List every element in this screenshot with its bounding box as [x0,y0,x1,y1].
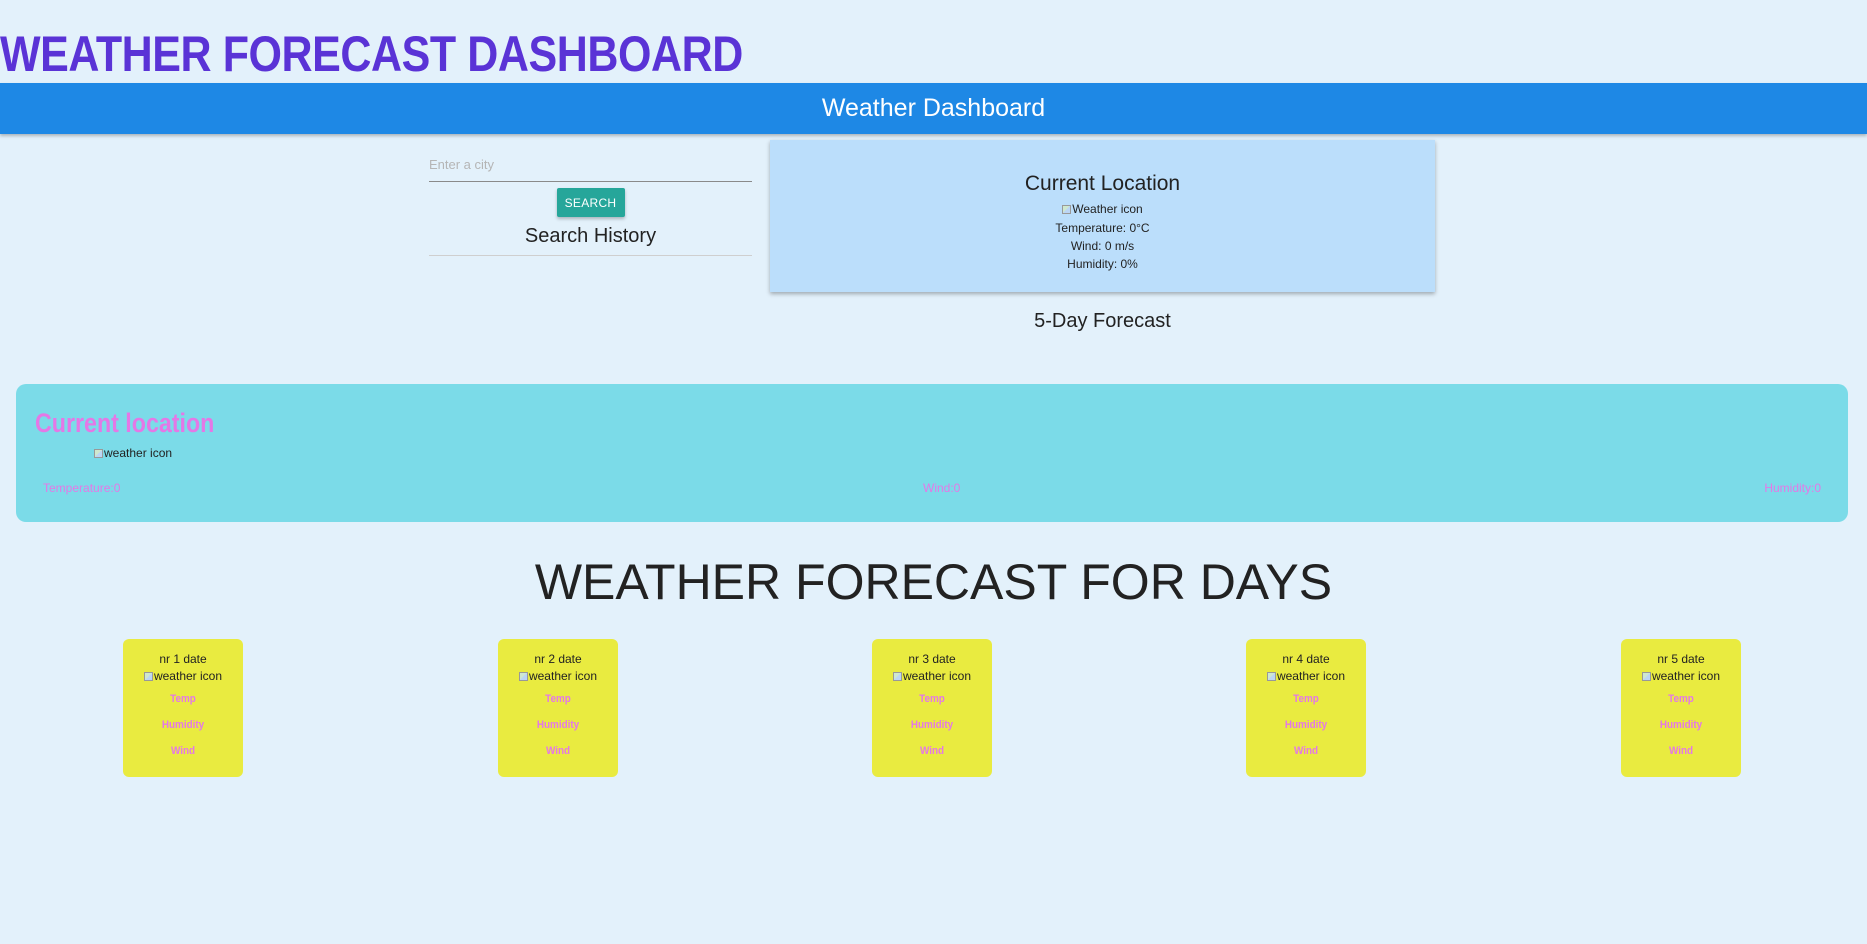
location-wind: Wind:0 [923,481,961,495]
weather-icon: weather icon [123,667,243,686]
day-date: nr 1 date [159,652,207,666]
forecast-subtitle: 5-Day Forecast [1034,310,1171,332]
day-date: nr 5 date [1657,652,1705,666]
location-humidity: Humidity:0 [1764,481,1821,495]
search-panel: SEARCH Search History [429,148,752,256]
city-search-input[interactable] [429,148,752,182]
day-humidity: Humidity [910,718,954,731]
day-temp: Temp [1668,692,1694,705]
day-date: nr 4 date [1282,652,1330,666]
day-card-5: nr 5 date weather icon Temp Humidity Win… [1621,639,1741,777]
day-humidity: Humidity [1284,718,1328,731]
weather-icon: weather icon [498,667,618,686]
current-temperature: Temperature: 0°C [1055,220,1150,235]
page-title: WEATHER FORECAST DASHBOARD [0,26,743,82]
day-wind: Wind [1668,744,1694,757]
current-location-panel: Current location weather icon Temperatur… [16,384,1848,522]
day-card-1: nr 1 date weather icon Temp Humidity Win… [123,639,243,777]
day-card-2: nr 2 date weather icon Temp Humidity Win… [498,639,618,777]
day-temp: Temp [545,692,571,705]
current-humidity: Humidity: 0% [1067,256,1138,271]
day-card-4: nr 4 date weather icon Temp Humidity Win… [1246,639,1366,777]
day-temp: Temp [1293,692,1319,705]
day-date: nr 2 date [534,652,582,666]
day-card-3: nr 3 date weather icon Temp Humidity Win… [872,639,992,777]
current-weather-card: Current Location Weather icon Temperatur… [770,140,1435,292]
day-date: nr 3 date [908,652,956,666]
day-humidity: Humidity [1659,718,1703,731]
location-temperature: Temperature:0 [43,481,121,495]
search-history-list [429,255,752,256]
day-wind: Wind [545,744,571,757]
navbar-title: Weather Dashboard [821,94,1046,122]
current-card-title: Current Location [1024,172,1181,195]
weather-icon: weather icon [1621,667,1741,686]
navbar: Weather Dashboard [0,83,1867,134]
weather-icon: Weather icon [770,200,1435,219]
weather-icon: weather icon [94,446,172,461]
days-forecast-title: WEATHER FORECAST FOR DAYS [534,554,1333,610]
weather-icon: weather icon [872,667,992,686]
search-button[interactable]: SEARCH [556,188,625,217]
day-temp: Temp [170,692,196,705]
weather-icon: weather icon [1246,667,1366,686]
day-wind: Wind [1293,744,1319,757]
day-humidity: Humidity [536,718,580,731]
day-wind: Wind [170,744,196,757]
day-wind: Wind [919,744,945,757]
location-title: Current location [35,408,215,438]
current-wind: Wind: 0 m/s [1070,238,1135,253]
day-temp: Temp [919,692,945,705]
day-humidity: Humidity [161,718,205,731]
search-history-title: Search History [524,225,657,247]
